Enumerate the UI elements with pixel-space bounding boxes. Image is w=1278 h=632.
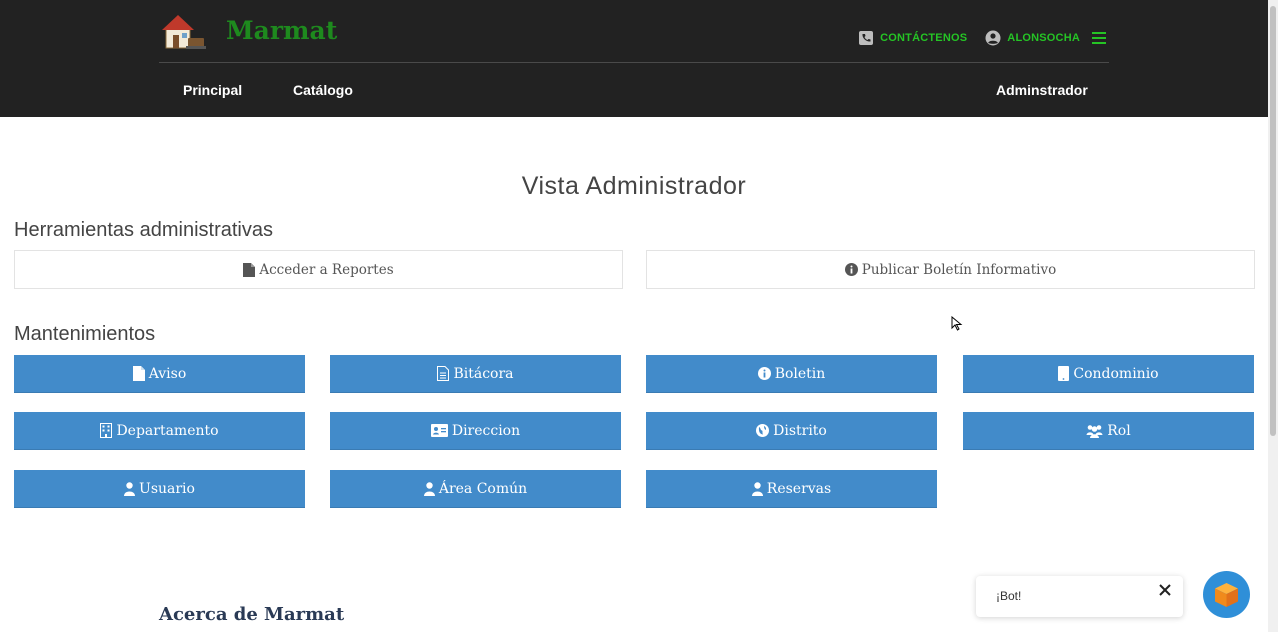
file-icon — [243, 262, 256, 277]
chatbot-launcher-button[interactable] — [1203, 571, 1250, 618]
area-comun-button[interactable]: Área Común — [330, 470, 621, 508]
distrito-label: Distrito — [773, 422, 827, 439]
menu-icon[interactable] — [1092, 32, 1106, 44]
top-navbar: Marmat CONTÁCTENOS ALONSOCHA Principal C… — [0, 0, 1268, 117]
direccion-label: Direccion — [451, 422, 521, 439]
chat-bubble-text: ¡Bot! — [996, 589, 1022, 603]
phone-icon — [858, 30, 874, 46]
brand-title[interactable]: Marmat — [226, 16, 337, 45]
tablet-icon — [1058, 366, 1070, 381]
header-divider — [159, 62, 1109, 63]
aviso-label: Aviso — [148, 365, 187, 382]
user-icon — [423, 481, 435, 496]
cube-icon — [1214, 582, 1239, 608]
departamento-button[interactable]: Departamento — [14, 412, 305, 450]
contact-link[interactable]: CONTÁCTENOS — [880, 32, 967, 44]
reports-label: Acceder a Reportes — [259, 261, 394, 278]
users-icon — [1086, 424, 1103, 438]
page-scrollbar[interactable] — [1268, 0, 1278, 632]
info-circle-icon — [844, 263, 858, 276]
about-heading: Acerca de Marmat — [159, 604, 345, 625]
nav-adminstrador[interactable]: Adminstrador — [996, 82, 1088, 98]
house-logo-icon[interactable] — [160, 12, 208, 52]
id-card-icon — [430, 424, 448, 437]
nav-principal[interactable]: Principal — [183, 82, 242, 98]
distrito-button[interactable]: Distrito — [646, 412, 937, 450]
user-icon — [751, 481, 763, 496]
building-icon — [100, 423, 113, 438]
rol-button[interactable]: Rol — [963, 412, 1254, 450]
page-title: Vista Administrador — [521, 172, 747, 200]
chat-bubble[interactable]: ¡Bot! — [976, 576, 1183, 617]
globe-icon — [756, 424, 770, 437]
close-icon[interactable] — [1157, 582, 1173, 598]
boletin-label: Boletin — [774, 365, 826, 382]
boletin-button[interactable]: Boletin — [646, 355, 937, 393]
top-links: CONTÁCTENOS ALONSOCHA — [858, 30, 1106, 46]
publish-bulletin-button[interactable]: Publicar Boletín Informativo — [646, 250, 1255, 289]
file-icon — [132, 366, 145, 381]
info-circle-icon — [757, 367, 771, 380]
tools-heading: Herramientas administrativas — [14, 219, 273, 241]
maintenance-heading: Mantenimientos — [14, 323, 156, 345]
bitacora-label: Bitácora — [453, 365, 514, 382]
departamento-label: Departamento — [116, 422, 219, 439]
reports-button[interactable]: Acceder a Reportes — [14, 250, 623, 289]
publish-bulletin-label: Publicar Boletín Informativo — [861, 261, 1057, 278]
user-icon — [124, 481, 136, 496]
direccion-button[interactable]: Direccion — [330, 412, 621, 450]
nav-catalogo[interactable]: Catálogo — [293, 82, 353, 98]
area-comun-label: Área Común — [438, 480, 528, 497]
reservas-button[interactable]: Reservas — [646, 470, 937, 508]
condominio-label: Condominio — [1073, 365, 1159, 382]
usuario-button[interactable]: Usuario — [14, 470, 305, 508]
usuario-label: Usuario — [139, 480, 195, 497]
reservas-label: Reservas — [766, 480, 832, 497]
bitacora-button[interactable]: Bitácora — [330, 355, 621, 393]
user-account-link[interactable]: ALONSOCHA — [1007, 32, 1080, 44]
scrollbar-thumb[interactable] — [1270, 6, 1276, 436]
aviso-button[interactable]: Aviso — [14, 355, 305, 393]
file-text-icon — [437, 366, 450, 381]
condominio-button[interactable]: Condominio — [963, 355, 1254, 393]
rol-label: Rol — [1107, 422, 1131, 439]
user-circle-icon — [985, 30, 1001, 46]
mouse-cursor-icon — [951, 316, 963, 332]
